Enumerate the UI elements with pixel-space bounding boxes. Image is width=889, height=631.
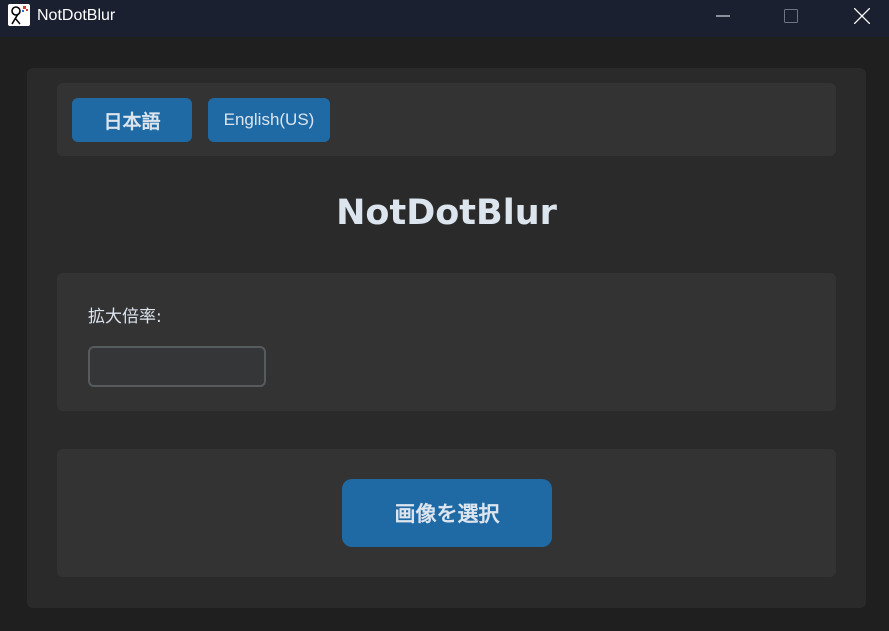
scale-label: 拡大倍率:: [88, 307, 162, 327]
maximize-icon: [784, 9, 798, 23]
title-bar[interactable]: NotDotBlur: [0, 0, 889, 37]
maximize-button[interactable]: [768, 0, 814, 32]
scale-input[interactable]: [88, 346, 266, 387]
app-logo-icon: [8, 4, 30, 26]
page-title: NotDotBlur: [336, 193, 557, 233]
select-image-button[interactable]: 画像を選択: [342, 479, 552, 547]
close-icon: [854, 8, 870, 24]
minimize-icon: [716, 15, 730, 17]
close-button[interactable]: [839, 0, 885, 32]
scale-panel: [57, 273, 836, 411]
japanese-language-button[interactable]: 日本語: [72, 98, 192, 142]
english-language-button[interactable]: English(US): [208, 98, 330, 142]
window-title: NotDotBlur: [37, 7, 116, 24]
minimize-button[interactable]: [700, 0, 746, 32]
